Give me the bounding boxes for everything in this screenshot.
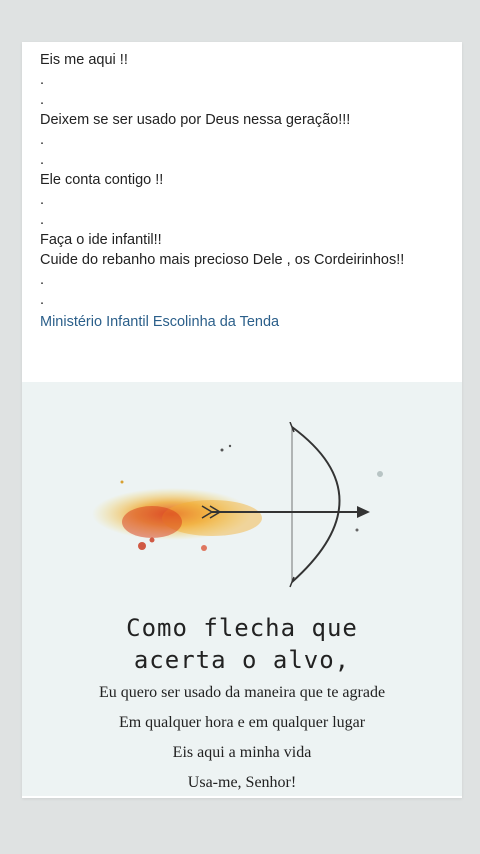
bow-and-arrow-icon [92, 422, 383, 588]
post-line: Deixem se ser usado por Deus nessa geraç… [40, 112, 351, 128]
verse-line-2: Em qualquer hora e em qualquer lugar [118, 714, 366, 731]
post-line: . [40, 152, 45, 168]
verse-line-3: Eis aqui a minha vida [172, 744, 312, 761]
headline-line-2: acerta o alvo, [133, 646, 351, 674]
post-line: Eis me aqui !! [40, 52, 128, 68]
post-line: . [40, 192, 45, 208]
headline-line-1: Como flecha que [126, 614, 358, 642]
verse-line-4: Usa-me, Senhor! [187, 774, 297, 791]
verse-line-1: Eu quero ser usado da maneira que te agr… [98, 684, 386, 701]
post-text: Eis me aqui !! . . Deixem se ser usado p… [40, 50, 450, 332]
post-line: . [40, 272, 45, 288]
post-line: . [40, 292, 45, 308]
post-line: . [40, 132, 45, 148]
post-line: Faça o ide infantil!! [40, 232, 162, 248]
post-image[interactable]: Como flecha que acerta o alvo, Eu quero … [22, 382, 462, 796]
post-line: . [40, 212, 45, 228]
post-line: . [40, 92, 45, 108]
post-card: Eis me aqui !! . . Deixem se ser usado p… [22, 42, 462, 798]
page-link[interactable]: Ministério Infantil Escolinha da Tenda [40, 312, 450, 332]
post-line: . [40, 72, 45, 88]
post-line: Ele conta contigo !! [40, 172, 164, 188]
post-line: Cuide do rebanho mais precioso Dele , os… [40, 252, 405, 268]
